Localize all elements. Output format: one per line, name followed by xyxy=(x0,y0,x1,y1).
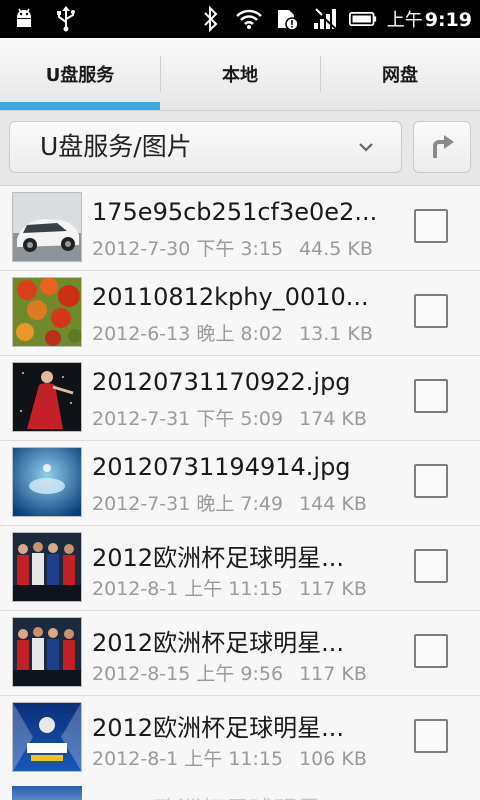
up-arrow-icon xyxy=(433,135,454,158)
tab-label: 网盘 xyxy=(382,65,418,86)
file-meta: 2012-7-31 下午 5:09 174 KB xyxy=(92,404,392,431)
file-meta: 2012-7-31 晚上 7:49 144 KB xyxy=(92,489,392,516)
file-name: 2012欧洲杯足球明星... xyxy=(92,629,344,657)
signal-icon xyxy=(311,5,339,33)
file-date: 2012-8-15 上午 9:56 xyxy=(92,663,284,685)
file-meta: 2012-6-13 晚上 8:02 13.1 KB xyxy=(92,319,392,346)
current-path: U盘服务/图片 xyxy=(40,132,192,161)
file-date: 2012-8-1 上午 11:15 xyxy=(92,578,284,600)
file-size: 117 KB xyxy=(299,663,367,685)
file-row[interactable]: 2012欧洲杯足球明星... 2012-8-15 上午 9:56 117 KB xyxy=(0,611,480,696)
file-date: 2012-8-1 上午 11:15 xyxy=(92,748,284,770)
file-meta: 2012-8-1 上午 11:15 117 KB xyxy=(92,574,392,601)
file-date: 2012-7-31 晚上 7:49 xyxy=(92,493,284,515)
tab-bar: U盘服务 本地 网盘 xyxy=(0,38,480,111)
image-thumbnail xyxy=(12,192,82,262)
select-checkbox[interactable] xyxy=(414,209,448,243)
clock-time: 9:19 xyxy=(424,9,472,31)
file-picker-screen: 上午 9:19 U盘服务 本地 网盘 U盘服务/图片 175e95cb251cf… xyxy=(0,0,480,800)
usb-icon xyxy=(52,5,80,33)
image-thumbnail xyxy=(12,786,82,800)
path-dropdown[interactable]: U盘服务/图片 xyxy=(9,121,402,173)
parent-folder-button[interactable] xyxy=(413,121,471,173)
select-checkbox[interactable] xyxy=(414,379,448,413)
file-row[interactable]: 2012欧洲杯足球明星... 2012-8-1 上午 11:15 117 KB xyxy=(0,526,480,611)
chevron-down-icon xyxy=(359,143,373,152)
file-name: 2012欧洲杯足球明星... xyxy=(92,790,344,800)
clock-ampm: 上午 xyxy=(386,10,423,31)
file-date: 2012-7-30 下午 3:15 xyxy=(92,238,284,260)
file-size: 13.1 KB xyxy=(299,323,373,345)
status-bar: 上午 9:19 xyxy=(0,0,480,38)
image-thumbnail xyxy=(12,617,82,687)
tab-local[interactable]: 本地 xyxy=(160,38,320,110)
image-thumbnail xyxy=(12,362,82,432)
file-size: 106 KB xyxy=(299,748,367,770)
image-thumbnail xyxy=(12,702,82,772)
file-name: 20110812kphy_0010... xyxy=(92,283,369,311)
select-checkbox[interactable] xyxy=(414,549,448,583)
android-debug-icon xyxy=(10,5,38,33)
tab-selected-indicator xyxy=(0,102,160,110)
clock: 上午 9:19 xyxy=(387,6,472,32)
image-thumbnail xyxy=(12,447,82,517)
file-name: 20120731194914.jpg xyxy=(92,453,351,481)
tab-label: U盘服务 xyxy=(45,65,115,86)
file-row[interactable]: 2012欧洲杯足球明星... 2012-8-1 上午 11:15 106 KB xyxy=(0,696,480,781)
path-bar: U盘服务/图片 xyxy=(0,111,480,186)
image-thumbnail xyxy=(12,532,82,602)
file-row-partial[interactable]: 2012欧洲杯足球明星... xyxy=(0,780,480,800)
file-row[interactable]: 175e95cb251cf3e0e2... 2012-7-30 下午 3:15 4… xyxy=(0,186,480,271)
image-thumbnail xyxy=(12,277,82,347)
tab-label: 本地 xyxy=(222,65,258,86)
file-meta: 2012-8-1 上午 11:15 106 KB xyxy=(92,744,392,771)
file-row[interactable]: 20120731170922.jpg 2012-7-31 下午 5:09 174 … xyxy=(0,356,480,441)
file-name: 2012欧洲杯足球明星... xyxy=(92,714,344,742)
select-checkbox[interactable] xyxy=(414,634,448,668)
file-size: 44.5 KB xyxy=(299,238,373,260)
select-checkbox[interactable] xyxy=(414,464,448,498)
file-size: 117 KB xyxy=(299,578,367,600)
file-row[interactable]: 20110812kphy_0010... 2012-6-13 晚上 8:02 13… xyxy=(0,271,480,356)
select-checkbox[interactable] xyxy=(414,294,448,328)
file-meta: 2012-7-30 下午 3:15 44.5 KB xyxy=(92,234,392,261)
file-size: 144 KB xyxy=(299,493,367,515)
file-name: 2012欧洲杯足球明星... xyxy=(92,544,344,572)
battery-icon xyxy=(348,5,377,33)
file-name: 175e95cb251cf3e0e2... xyxy=(92,198,378,226)
file-date: 2012-6-13 晚上 8:02 xyxy=(92,323,284,345)
sd-card-alert-icon xyxy=(273,5,301,33)
file-name: 20120731170922.jpg xyxy=(92,368,351,396)
file-row[interactable]: 20120731194914.jpg 2012-7-31 晚上 7:49 144 … xyxy=(0,441,480,526)
tab-u-disk-service[interactable]: U盘服务 xyxy=(0,38,160,110)
select-checkbox[interactable] xyxy=(414,719,448,753)
file-size: 174 KB xyxy=(299,408,367,430)
wifi-icon xyxy=(235,5,263,33)
file-meta: 2012-8-15 上午 9:56 117 KB xyxy=(92,659,392,686)
file-date: 2012-7-31 下午 5:09 xyxy=(92,408,284,430)
bluetooth-icon xyxy=(197,5,225,33)
tab-cloud-disk[interactable]: 网盘 xyxy=(320,38,480,110)
